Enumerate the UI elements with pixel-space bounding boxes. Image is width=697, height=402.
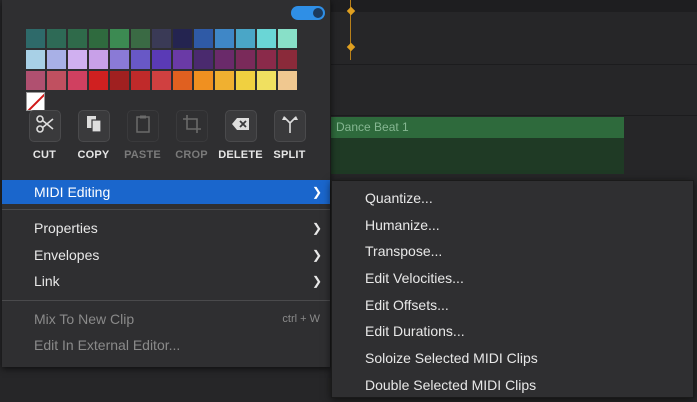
color-swatch[interactable] xyxy=(26,50,45,69)
paste-label: PASTE xyxy=(124,149,161,161)
menu-items: MIDI Editing ❯ Properties ❯ Envelopes ❯ … xyxy=(2,180,330,359)
color-swatch[interactable] xyxy=(47,50,66,69)
midi-editing-submenu: Quantize... Humanize... Transpose... Edi… xyxy=(331,180,694,398)
color-swatch[interactable] xyxy=(194,71,213,90)
color-swatch[interactable] xyxy=(173,50,192,69)
menu-item-label: Mix To New Clip xyxy=(34,310,135,327)
clip-toolbar: CUT COPY PASTE CROP DELETE SPLIT xyxy=(20,110,314,161)
menu-item-label: Edit In External Editor... xyxy=(34,337,181,353)
no-color-swatch[interactable] xyxy=(26,92,45,111)
color-swatch[interactable] xyxy=(47,71,66,90)
chevron-right-icon: ❯ xyxy=(311,247,322,262)
color-swatch[interactable] xyxy=(68,50,87,69)
color-swatch[interactable] xyxy=(236,29,255,48)
color-swatch[interactable] xyxy=(152,29,171,48)
copy-label: COPY xyxy=(77,149,110,161)
menu-item-mix-to-new-clip[interactable]: Mix To New Clip ctrl + W xyxy=(2,306,330,333)
color-swatch[interactable] xyxy=(173,29,192,48)
split-icon xyxy=(280,114,300,139)
crop-button[interactable]: CROP xyxy=(167,110,216,161)
loop-marker-end[interactable] xyxy=(346,42,356,52)
color-swatch[interactable] xyxy=(89,71,108,90)
menu-item-label: Envelopes xyxy=(34,246,100,263)
submenu-item-edit-durations[interactable]: Edit Durations... xyxy=(332,318,693,345)
menu-item-label: Link xyxy=(34,273,60,289)
color-swatch[interactable] xyxy=(236,71,255,90)
color-swatch[interactable] xyxy=(257,71,276,90)
color-swatch[interactable] xyxy=(194,29,213,48)
color-swatch[interactable] xyxy=(152,50,171,69)
midi-clip-header[interactable]: Dance Beat 1 xyxy=(330,117,624,138)
color-palette xyxy=(26,29,297,111)
split-label: SPLIT xyxy=(273,149,306,161)
paste-button[interactable]: PASTE xyxy=(118,110,167,161)
delete-button[interactable]: DELETE xyxy=(216,110,265,161)
menu-item-label: MIDI Editing xyxy=(34,184,111,200)
color-swatch[interactable] xyxy=(89,50,108,69)
copy-icon xyxy=(84,114,104,139)
color-swatch[interactable] xyxy=(26,29,45,48)
midi-clip-body[interactable] xyxy=(330,138,624,174)
color-swatch[interactable] xyxy=(68,29,87,48)
color-swatch[interactable] xyxy=(194,50,213,69)
split-button[interactable]: SPLIT xyxy=(265,110,314,161)
color-swatch[interactable] xyxy=(257,29,276,48)
copy-button[interactable]: COPY xyxy=(69,110,118,161)
submenu-item-double-midi[interactable]: Double Selected MIDI Clips xyxy=(332,372,693,399)
color-swatch[interactable] xyxy=(110,50,129,69)
chevron-right-icon: ❯ xyxy=(311,221,322,235)
color-swatch[interactable] xyxy=(131,71,150,90)
color-swatch[interactable] xyxy=(173,71,192,90)
clipboard-icon xyxy=(133,114,153,139)
color-swatch[interactable] xyxy=(110,71,129,90)
menu-item-midi-editing[interactable]: MIDI Editing ❯ xyxy=(2,180,330,204)
color-swatch[interactable] xyxy=(278,50,297,69)
menu-item-envelopes[interactable]: Envelopes ❯ xyxy=(2,242,330,269)
track-divider xyxy=(330,115,697,116)
toggle-knob xyxy=(313,8,323,18)
submenu-item-edit-offsets[interactable]: Edit Offsets... xyxy=(332,292,693,319)
menu-item-properties[interactable]: Properties ❯ xyxy=(2,215,330,242)
menu-item-label: Properties xyxy=(34,220,98,236)
color-swatch[interactable] xyxy=(257,50,276,69)
color-swatch[interactable] xyxy=(278,71,297,90)
menu-divider xyxy=(2,299,330,301)
color-swatch[interactable] xyxy=(89,29,108,48)
color-swatch[interactable] xyxy=(278,29,297,48)
color-swatch[interactable] xyxy=(152,71,171,90)
color-swatch[interactable] xyxy=(26,71,45,90)
color-swatch[interactable] xyxy=(236,50,255,69)
menu-item-edit-external[interactable]: Edit In External Editor... xyxy=(2,332,330,359)
color-swatch[interactable] xyxy=(215,71,234,90)
color-swatch[interactable] xyxy=(68,71,87,90)
cut-label: CUT xyxy=(32,149,57,161)
scissors-icon xyxy=(35,114,55,139)
timeline-ruler[interactable] xyxy=(330,0,697,12)
backspace-icon xyxy=(231,114,251,139)
crop-label: CROP xyxy=(175,149,208,161)
color-swatch[interactable] xyxy=(110,29,129,48)
shortcut-hint: ctrl + W xyxy=(282,312,320,325)
submenu-item-soloize-midi[interactable]: Soloize Selected MIDI Clips xyxy=(332,345,693,372)
submenu-item-edit-velocities[interactable]: Edit Velocities... xyxy=(332,265,693,292)
delete-label: DELETE xyxy=(218,149,263,161)
chevron-right-icon: ❯ xyxy=(311,185,322,199)
cut-button[interactable]: CUT xyxy=(20,110,69,161)
color-swatch[interactable] xyxy=(47,29,66,48)
menu-item-link[interactable]: Link ❯ xyxy=(2,268,330,295)
color-toggle-switch[interactable] xyxy=(291,6,325,20)
clip-context-menu: CUT COPY PASTE CROP DELETE SPLIT MIDI Ed… xyxy=(2,0,331,367)
crop-icon xyxy=(182,114,202,139)
track-divider xyxy=(330,64,697,65)
submenu-item-humanize[interactable]: Humanize... xyxy=(332,212,693,239)
submenu-item-quantize[interactable]: Quantize... xyxy=(332,185,693,212)
menu-divider xyxy=(2,209,330,210)
color-swatch[interactable] xyxy=(131,50,150,69)
chevron-right-icon: ❯ xyxy=(311,274,322,288)
color-swatch[interactable] xyxy=(215,29,234,48)
color-swatch[interactable] xyxy=(215,50,234,69)
color-swatch[interactable] xyxy=(131,29,150,48)
submenu-item-transpose[interactable]: Transpose... xyxy=(332,238,693,265)
